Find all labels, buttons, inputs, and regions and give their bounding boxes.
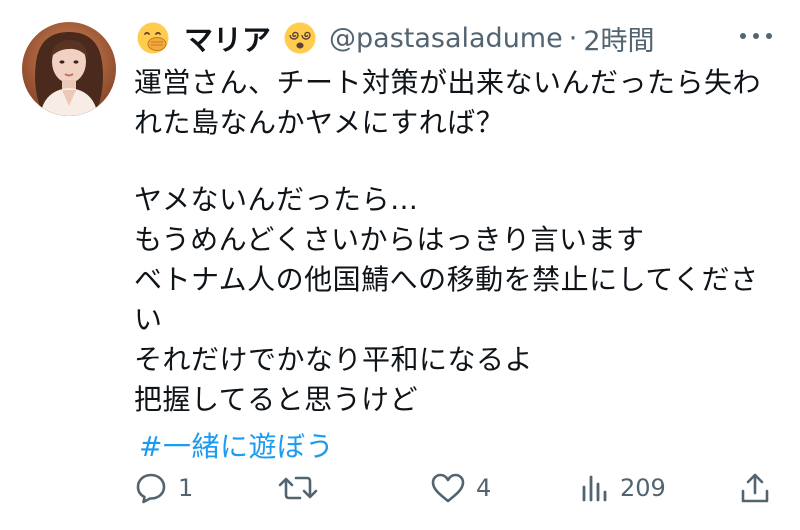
tweet-text-line: ベトナム人の他国鯖への移動を禁止にしてくださ (134, 263, 759, 296)
face-with-hand-over-mouth-emoji (136, 21, 170, 55)
tweet-text-line: 把握してると思うけど (134, 383, 419, 416)
retweet-button[interactable] (278, 466, 328, 510)
tweet-text-line: ヤメないんだったら… (134, 183, 419, 216)
tweet-text-line: れた島なんかヤメにすれば？ (134, 106, 505, 139)
share-icon (738, 471, 772, 505)
more-icon[interactable] (738, 28, 774, 44)
tweet-header: マリア @pastasaladume · 2時間 (136, 14, 655, 62)
view-count: 209 (620, 474, 666, 502)
hashtag-link[interactable]: #一緒に遊ぼう (139, 427, 774, 467)
tweet-text-line: 運営さん、チート対策が出来ないんだったら失わ (134, 66, 762, 99)
tweet-text: 運営さん、チート対策が出来ないんだったら失わ れた島なんかヤメにすれば？ ヤメな… (134, 63, 774, 467)
reply-count: 1 (178, 474, 194, 502)
tweet-text-line: それだけでかなり平和になるよ (134, 343, 534, 376)
avatar[interactable] (22, 22, 116, 116)
reply-button[interactable]: 1 (134, 466, 193, 510)
retweet-icon (278, 471, 318, 505)
share-button[interactable] (738, 466, 772, 510)
dizzy-face-emoji (283, 21, 317, 55)
timestamp[interactable]: 2時間 (583, 19, 654, 58)
reply-icon (134, 471, 168, 505)
tweet[interactable]: マリア @pastasaladume · 2時間 運営さん、チート対策が出来ない… (0, 0, 800, 530)
views-button[interactable]: 209 (580, 466, 666, 510)
action-bar: 1 4 209 (0, 466, 800, 510)
heart-icon (430, 471, 466, 505)
display-name[interactable]: マリア (184, 17, 271, 59)
user-handle[interactable]: @pastasaladume (329, 23, 563, 54)
separator-dot: · (568, 22, 578, 54)
like-button[interactable]: 4 (430, 466, 491, 510)
tweet-text-line: い (134, 303, 163, 336)
views-icon (580, 471, 610, 505)
like-count: 4 (476, 474, 492, 502)
tweet-text-line: もうめんどくさいからはっきり言います (134, 223, 645, 256)
